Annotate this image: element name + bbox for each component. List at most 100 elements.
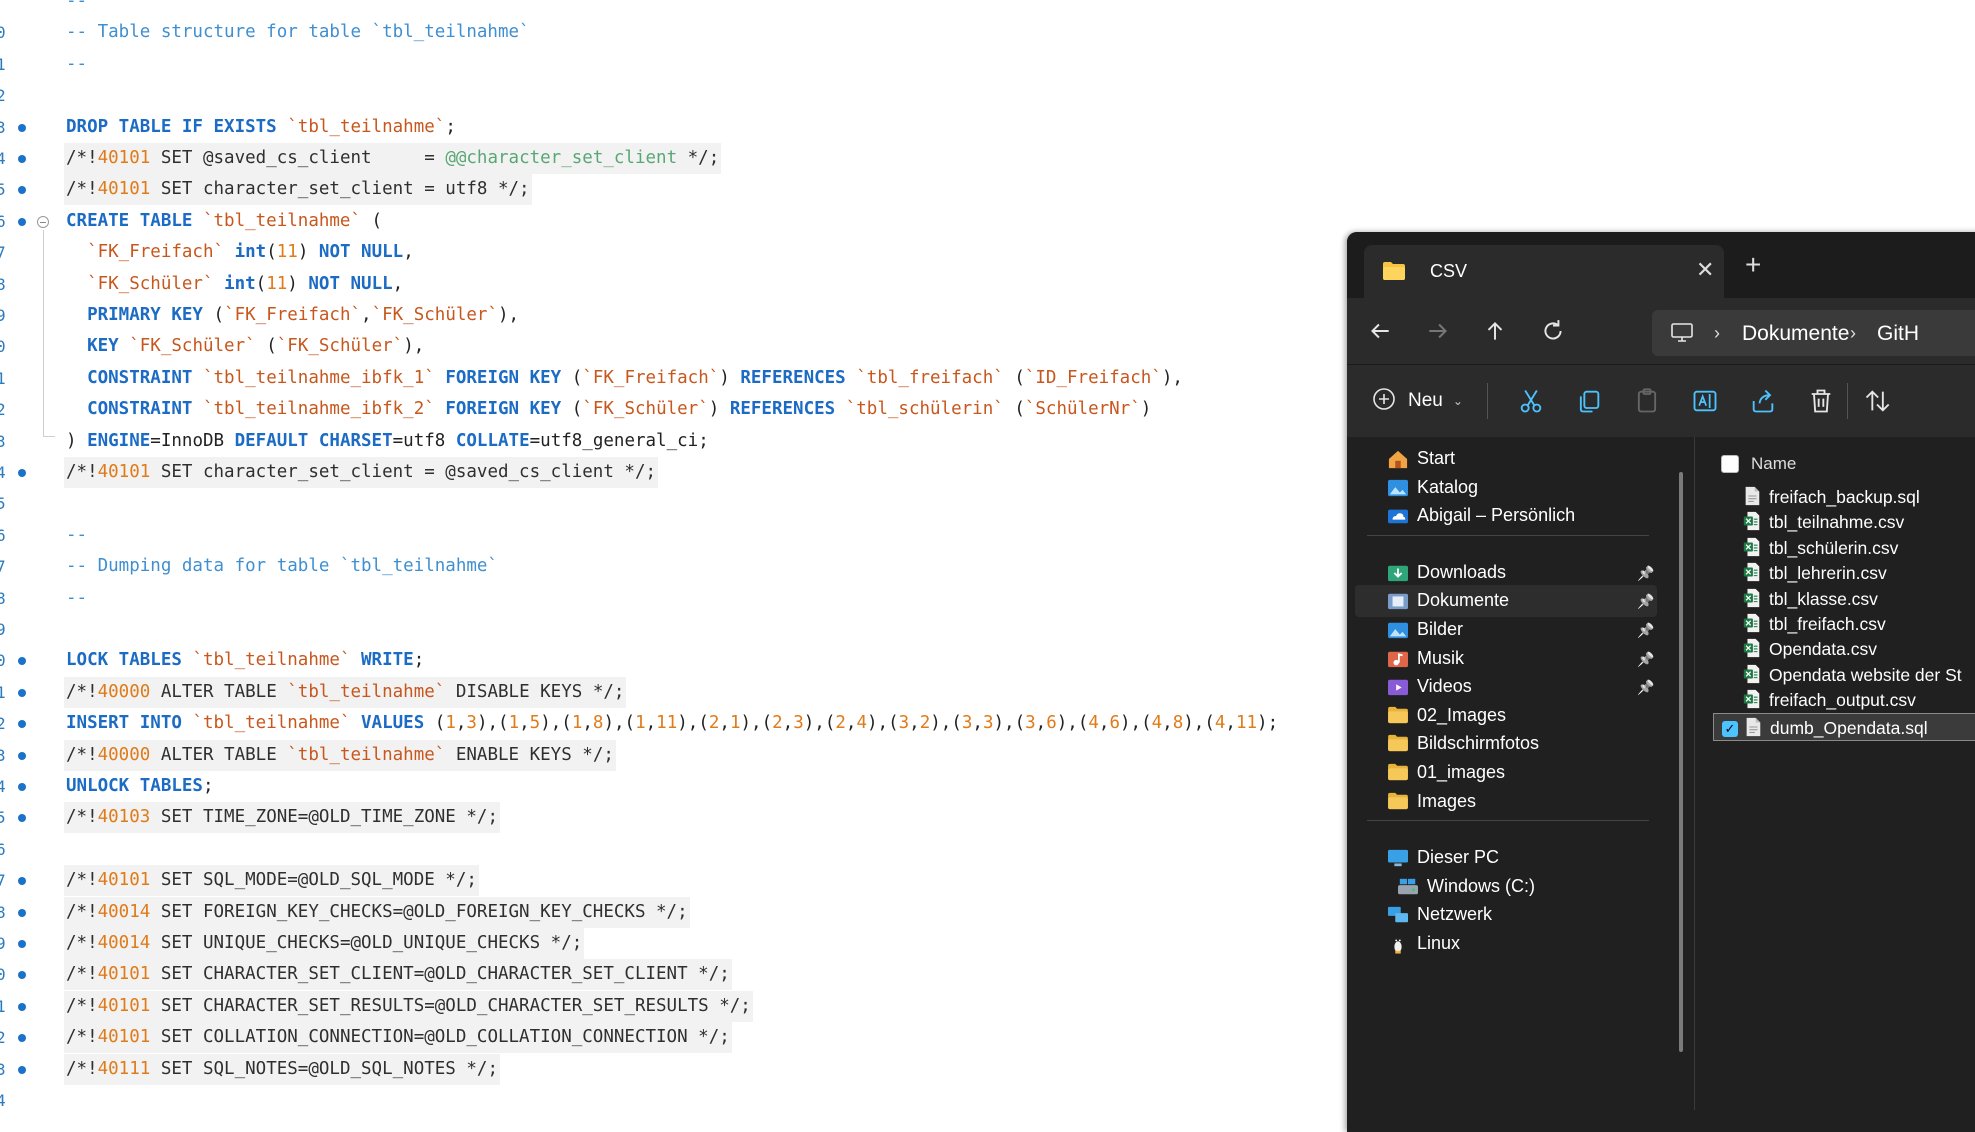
nav-item-bildschirmfotos[interactable]: Bildschirmfotos: [1347, 728, 1657, 760]
sql-file-icon: [1744, 717, 1762, 737]
line-number: 2: [0, 400, 6, 420]
change-marker: [18, 814, 26, 823]
nav-item-netzwerk[interactable]: Netzwerk: [1347, 899, 1657, 931]
nav-item-videos[interactable]: Videos 📌: [1347, 671, 1657, 703]
code-token: 8: [592, 713, 604, 734]
pc-icon: [1387, 848, 1409, 868]
checkmark-icon[interactable]: ✓: [1722, 720, 1738, 737]
navigation-scrollbar[interactable]: [1679, 472, 1683, 1052]
change-marker: [18, 1034, 26, 1043]
breadcrumb-github[interactable]: GitH: [1877, 322, 1919, 346]
code-token: 3: [982, 713, 994, 734]
code-token: 4: [1151, 713, 1163, 734]
code-line[interactable]: --: [0, 0, 1975, 17]
column-header-name[interactable]: Name: [1751, 454, 1796, 474]
videos-icon: [1387, 677, 1409, 697]
nav-item-dokumente[interactable]: Dokumente 📌: [1355, 585, 1657, 618]
tab-csv[interactable]: CSV ✕: [1364, 245, 1724, 298]
code-line[interactable]: 0 -- Table structure for table `tbl_teiln…: [0, 17, 1975, 48]
nav-item-bilder[interactable]: Bilder 📌: [1347, 614, 1657, 646]
code-token: 11: [656, 713, 678, 734]
nav-item-downloads[interactable]: Downloads 📌: [1347, 557, 1657, 589]
pin-icon: 📌: [1637, 593, 1655, 610]
new-tab-icon[interactable]: +: [1745, 251, 1761, 279]
code-token: ),(: [476, 713, 509, 734]
rename-icon[interactable]: [1691, 387, 1719, 415]
folder-icon: [1387, 706, 1409, 726]
code-token: 4: [856, 713, 867, 734]
breadcrumb-dokumente[interactable]: Dokumente: [1742, 322, 1849, 346]
share-icon[interactable]: [1749, 387, 1777, 415]
up-icon[interactable]: [1482, 318, 1508, 344]
code-token: INSERT INTO: [66, 713, 193, 734]
code-token: /*!: [66, 179, 98, 200]
cut-icon[interactable]: [1517, 387, 1545, 415]
file-name: tbl_teilnahme.csv: [1769, 512, 1905, 533]
nav-item-01-images[interactable]: 01_images: [1347, 757, 1657, 789]
refresh-icon[interactable]: [1540, 318, 1566, 344]
code-token: ,: [845, 713, 857, 734]
nav-item-katalog[interactable]: Katalog: [1347, 472, 1657, 504]
nav-item-images[interactable]: Images: [1347, 786, 1657, 818]
file-row[interactable]: Opendata.csv: [1713, 636, 1975, 661]
forward-icon[interactable]: [1425, 318, 1451, 344]
code-token: ),: [1161, 367, 1183, 388]
copy-icon[interactable]: [1575, 387, 1603, 415]
address-bar[interactable]: › Dokumente › GitH: [1652, 310, 1975, 356]
code-text: ) ENGINE=InnoDB DEFAULT CHARSET=utf8 COL…: [64, 426, 711, 457]
nav-item-start[interactable]: Start: [1347, 443, 1657, 475]
code-token: 40014: [97, 901, 151, 922]
file-row[interactable]: tbl_freifach.csv: [1713, 611, 1975, 636]
code-token: SET CHARACTER_SET_CLIENT=@OLD_CHARACTER_…: [150, 964, 730, 985]
change-marker: [18, 720, 26, 729]
code-token: ): [708, 399, 730, 420]
file-row[interactable]: freifach_backup.sql: [1713, 484, 1975, 509]
line-number: 3: [0, 431, 6, 451]
code-token: ,: [719, 713, 730, 734]
file-row[interactable]: tbl_lehrerin.csv: [1713, 560, 1975, 585]
delete-icon[interactable]: [1807, 387, 1835, 415]
nav-divider: [1367, 820, 1649, 822]
sql-file-icon: [1743, 486, 1761, 506]
file-row[interactable]: tbl_klasse.csv: [1713, 586, 1975, 611]
select-all-checkbox[interactable]: [1721, 455, 1739, 473]
code-text: /*!40014 SET FOREIGN_KEY_CHECKS=@OLD_FOR…: [64, 896, 690, 928]
sort-icon[interactable]: [1863, 387, 1891, 415]
nav-item-abigail-persönlich[interactable]: Abigail – Persönlich: [1347, 500, 1657, 532]
code-token: (: [266, 242, 277, 263]
code-token: ;: [445, 116, 456, 137]
file-row[interactable]: tbl_teilnahme.csv: [1713, 509, 1975, 534]
file-row[interactable]: freifach_output.csv: [1713, 687, 1975, 712]
nav-item-dieser-pc[interactable]: Dieser PC: [1347, 842, 1657, 874]
code-token: /*!: [66, 901, 98, 922]
nav-item-linux[interactable]: Linux: [1347, 928, 1657, 960]
code-line[interactable]: 1 --: [0, 49, 1975, 80]
file-row[interactable]: ✓ dumb_Opendata.sql: [1713, 712, 1975, 741]
paste-icon[interactable]: [1633, 387, 1661, 415]
excel-file-icon: [1743, 588, 1761, 608]
code-line[interactable]: 5 /*!40101 SET character_set_client = utf…: [0, 174, 1975, 206]
folder-icon: [1382, 261, 1406, 286]
home-icon: [1387, 449, 1409, 469]
nav-item-02-images[interactable]: 02_Images: [1347, 700, 1657, 732]
code-token: 40111: [97, 1058, 151, 1079]
pin-icon: 📌: [1637, 564, 1655, 581]
close-icon[interactable]: ✕: [1696, 257, 1714, 283]
code-token: SET TIME_ZONE=@OLD_TIME_ZONE */;: [150, 807, 498, 828]
music-icon: [1387, 649, 1409, 669]
new-button[interactable]: Neu ⌄: [1372, 387, 1463, 415]
file-row[interactable]: Opendata website der St: [1713, 662, 1975, 687]
code-line[interactable]: 3 DROP TABLE IF EXISTS `tbl_teilnahme`;: [0, 112, 1975, 143]
nav-item-musik[interactable]: Musik 📌: [1347, 643, 1657, 675]
code-token: `FK_Freifach`: [224, 305, 362, 325]
pane-divider[interactable]: [1694, 437, 1695, 1132]
code-token: 40101: [97, 964, 151, 985]
code-line[interactable]: 4 /*!40101 SET @saved_cs_client = @@chara…: [0, 143, 1975, 174]
chevron-down-icon: ⌄: [1452, 394, 1463, 408]
back-icon[interactable]: [1367, 318, 1393, 344]
file-row[interactable]: tbl_schülerin.csv: [1713, 535, 1975, 560]
nav-item-windows-c-[interactable]: Windows (C:): [1347, 871, 1657, 903]
code-line[interactable]: 2: [0, 80, 1975, 111]
fold-toggle-icon[interactable]: [37, 215, 49, 228]
